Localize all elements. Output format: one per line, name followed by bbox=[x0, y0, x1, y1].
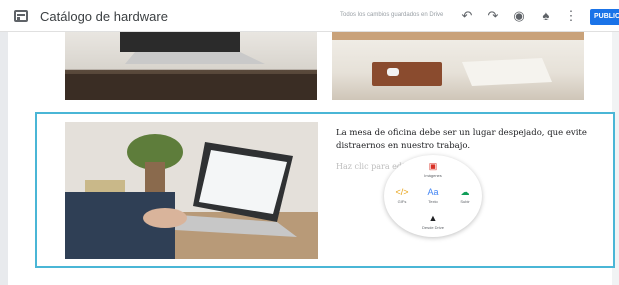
drive-icon: ▲ bbox=[428, 213, 438, 223]
image-icon: ▣ bbox=[428, 161, 438, 171]
sites-app-icon[interactable] bbox=[14, 10, 28, 22]
left-margin bbox=[0, 32, 8, 285]
insert-upload-label: Subir bbox=[460, 199, 470, 204]
laptop-desk-image[interactable] bbox=[65, 32, 317, 100]
save-status: Todos los cambios guardados en Drive bbox=[340, 12, 444, 18]
person-laptop-image[interactable] bbox=[65, 122, 318, 259]
insert-images-item[interactable]: ▣ Imágenes bbox=[420, 161, 446, 178]
insert-gifs-item[interactable]: </> GIFs bbox=[389, 187, 415, 204]
insert-text-label: Texto bbox=[428, 199, 438, 204]
publish-button[interactable]: PUBLIC bbox=[590, 9, 619, 25]
text-icon: Aa bbox=[427, 187, 439, 197]
code-icon: </> bbox=[395, 187, 409, 197]
upload-icon: ☁ bbox=[460, 187, 470, 197]
section-paragraph[interactable]: La mesa de oficina debe ser un lugar des… bbox=[336, 127, 598, 153]
redo-icon[interactable]: ↷ bbox=[485, 8, 501, 24]
add-user-icon[interactable]: ♠ bbox=[538, 8, 554, 24]
leather-desk-image[interactable] bbox=[332, 32, 584, 100]
insert-upload-item[interactable]: ☁ Subir bbox=[452, 187, 478, 204]
more-icon[interactable]: ⋮ bbox=[563, 8, 579, 24]
insert-gifs-label: GIFs bbox=[397, 199, 407, 204]
site-title[interactable]: Catálogo de hardware bbox=[40, 9, 168, 24]
preview-icon[interactable]: ◉ bbox=[511, 8, 527, 24]
insert-images-label: Imágenes bbox=[424, 173, 442, 178]
insert-drive-item[interactable]: ▲ Desde Drive bbox=[420, 213, 446, 230]
insert-menu: ▣ Imágenes </> GIFs Aa Texto ☁ Subir ▲ D… bbox=[384, 155, 482, 237]
undo-icon[interactable]: ↶ bbox=[459, 8, 475, 24]
top-bar: Catálogo de hardware Todos los cambios g… bbox=[0, 0, 619, 32]
insert-text-item[interactable]: Aa Texto bbox=[420, 187, 446, 204]
insert-drive-label: Desde Drive bbox=[421, 225, 444, 230]
